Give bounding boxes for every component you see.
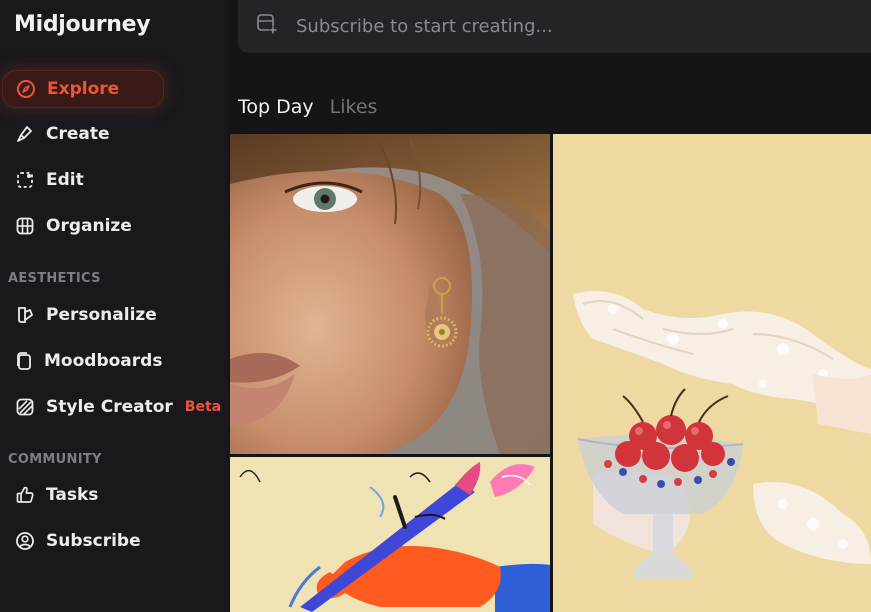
gallery-image-gloves-cherries[interactable] (553, 134, 871, 612)
nav-style-creator-label: Style Creator (46, 397, 173, 417)
gallery-image-hand-brush[interactable] (230, 457, 550, 612)
nav-moodboards-label: Moodboards (44, 351, 163, 371)
cards-icon (14, 350, 34, 372)
grid-icon (14, 215, 36, 237)
image-add-icon[interactable] (256, 13, 278, 40)
nav-personalize-label: Personalize (46, 305, 157, 325)
prompt-bar[interactable] (238, 0, 871, 53)
nav-create[interactable]: Create (2, 116, 162, 152)
user-circle-icon (14, 530, 36, 552)
brand-logo[interactable]: Midjourney (14, 12, 151, 37)
nav-organize[interactable]: Organize (2, 208, 162, 244)
edit-selection-icon (14, 169, 36, 191)
nav-organize-label: Organize (46, 216, 132, 236)
nav-tasks-label: Tasks (46, 485, 99, 505)
stripes-icon (14, 396, 36, 418)
palette-icon (14, 304, 36, 326)
nav-moodboards[interactable]: Moodboards (2, 343, 162, 379)
nav-explore-label: Explore (47, 79, 120, 99)
gallery-image-portrait[interactable] (230, 134, 550, 454)
nav-edit-label: Edit (46, 170, 84, 190)
nav-create-label: Create (46, 124, 110, 144)
sidebar: Midjourney Explore Create Edit Organize … (0, 0, 228, 612)
brush-icon (14, 123, 36, 145)
nav-subscribe-label: Subscribe (46, 531, 141, 551)
nav-subscribe[interactable]: Subscribe (2, 523, 162, 559)
tab-top-day[interactable]: Top Day (238, 96, 314, 118)
feed-tabs: Top Day Likes (238, 96, 377, 118)
beta-badge: Beta (184, 399, 222, 415)
thumbs-up-icon (14, 484, 36, 506)
aesthetics-heading: AESTHETICS (8, 271, 101, 286)
nav-style-creator[interactable]: Style Creator Beta (2, 389, 222, 425)
nav-edit[interactable]: Edit (2, 162, 162, 198)
nav-tasks[interactable]: Tasks (2, 477, 162, 513)
nav-personalize[interactable]: Personalize (2, 297, 162, 333)
prompt-input[interactable] (294, 15, 858, 38)
nav-explore[interactable]: Explore (2, 70, 164, 108)
tab-likes[interactable]: Likes (330, 96, 378, 118)
community-heading: COMMUNITY (8, 452, 102, 467)
compass-icon (15, 78, 37, 100)
